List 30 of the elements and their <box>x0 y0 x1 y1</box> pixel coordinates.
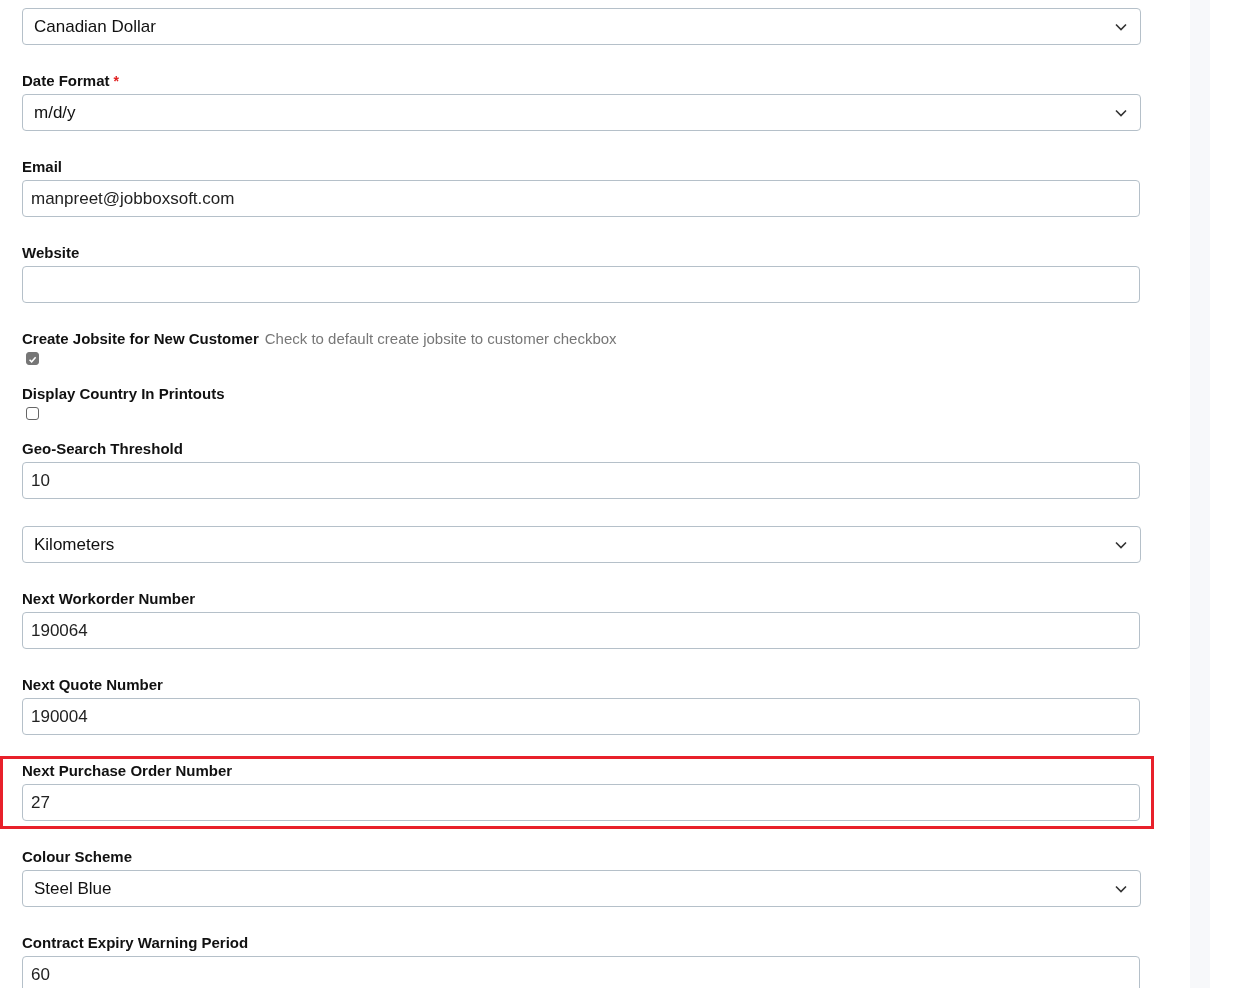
chevron-down-icon <box>1115 108 1127 117</box>
chevron-down-icon <box>1115 540 1127 549</box>
required-mark: * <box>113 73 119 89</box>
select-field[interactable]: Kilometers <box>22 526 1141 563</box>
input-field[interactable]: 190064 <box>22 612 1140 649</box>
field-label: Colour Scheme <box>22 848 133 865</box>
field-label: Date Format <box>22 72 110 89</box>
field-label: Display Country In Printouts <box>22 385 225 402</box>
input-field[interactable]: manpreet@jobboxsoft.com <box>22 180 1140 217</box>
field-label: Geo-Search Threshold <box>22 440 183 457</box>
chevron-down-icon <box>1115 884 1127 893</box>
checkbox[interactable] <box>26 407 39 420</box>
field-label: Create Jobsite for New Customer <box>22 330 259 347</box>
chevron-down-icon <box>1115 22 1127 31</box>
field-label: Next Quote Number <box>22 676 163 693</box>
field-label: Website <box>22 244 80 261</box>
field-label: Contract Expiry Warning Period <box>22 934 249 951</box>
select-field[interactable]: Canadian Dollar <box>22 8 1141 45</box>
field-label: Email <box>22 158 63 175</box>
field-label: Next Purchase Order Number <box>22 762 233 779</box>
input-field[interactable]: 60 <box>22 956 1140 988</box>
field-hint: Check to default create jobsite to customer checkbox <box>264 330 617 347</box>
select-field[interactable]: m/d/y <box>22 94 1141 131</box>
input-field[interactable]: 27 <box>22 784 1140 821</box>
checkbox[interactable] <box>26 352 39 365</box>
input-field[interactable] <box>22 266 1140 303</box>
field-label: Next Workorder Number <box>22 590 196 607</box>
select-field[interactable]: Steel Blue <box>22 870 1141 907</box>
input-field[interactable]: 10 <box>22 462 1140 499</box>
input-field[interactable]: 190004 <box>22 698 1140 735</box>
